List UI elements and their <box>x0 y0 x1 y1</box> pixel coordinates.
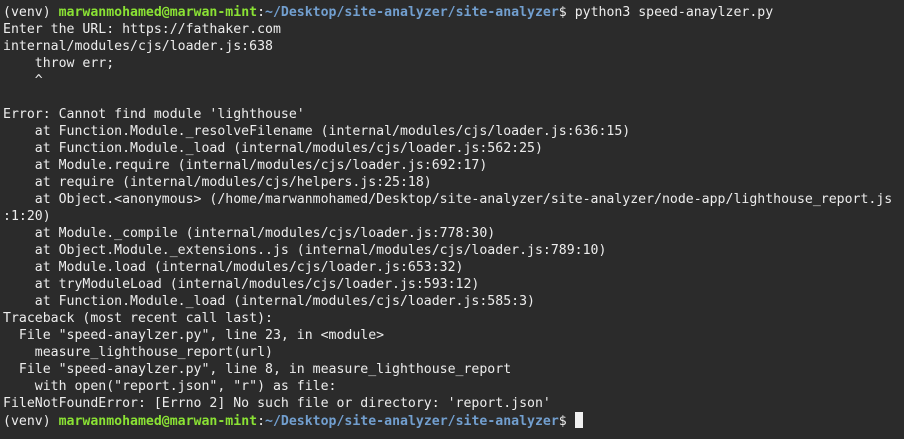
output-line: Traceback (most recent call last): <box>3 311 273 326</box>
output-line: FileNotFoundError: [Errno 2] No such fil… <box>3 396 551 411</box>
output-line: File "speed-anaylzer.py", line 8, in mea… <box>3 362 512 377</box>
prompt-symbol: $ <box>558 5 575 20</box>
output-line: at Module._compile (internal/modules/cjs… <box>3 226 496 241</box>
output-line: at Object.<anonymous> (/home/marwanmoham… <box>3 192 893 207</box>
command-text: python3 speed-anaylzer.py <box>574 5 774 20</box>
output-line: at Function.Module._load (internal/modul… <box>3 294 535 309</box>
user-host: marwanmohamed@marwan-mint <box>58 5 258 20</box>
venv-indicator: (venv) <box>3 5 59 20</box>
output-line: at Function.Module._resolveFilename (int… <box>3 124 631 139</box>
output-line: internal/modules/cjs/loader.js:638 <box>3 39 273 54</box>
output-line: at Object.Module._extensions..js (intern… <box>3 243 607 258</box>
output-line: measure_lighthouse_report(url) <box>3 345 273 360</box>
output-line: File "speed-anaylzer.py", line 23, in <m… <box>3 328 385 343</box>
terminal-window[interactable]: (venv) marwanmohamed@marwan-mint:~/Deskt… <box>0 0 904 439</box>
output-line: at tryModuleLoad (internal/modules/cjs/l… <box>3 277 480 292</box>
output-line: ^ <box>3 73 43 88</box>
venv-indicator: (venv) <box>3 414 59 429</box>
output-line: at Module.load (internal/modules/cjs/loa… <box>3 260 464 275</box>
output-line: Error: Cannot find module 'lighthouse' <box>3 107 305 122</box>
prompt-separator: : <box>257 5 266 20</box>
prompt-symbol: $ <box>558 414 575 429</box>
user-host: marwanmohamed@marwan-mint <box>58 414 258 429</box>
working-directory: ~/Desktop/site-analyzer/site-analyzer <box>265 5 559 20</box>
text-cursor[interactable] <box>574 412 583 428</box>
output-line: throw err; <box>3 56 115 71</box>
working-directory: ~/Desktop/site-analyzer/site-analyzer <box>265 414 559 429</box>
command-prompt-line: (venv) marwanmohamed@marwan-mint:~/Deskt… <box>3 4 904 21</box>
output-line: at Function.Module._load (internal/modul… <box>3 141 543 156</box>
output-line: :1:20) <box>3 209 51 224</box>
output-line: at require (internal/modules/cjs/helpers… <box>3 175 432 190</box>
output-line: with open("report.json", "r") as file: <box>3 379 337 394</box>
prompt-separator: : <box>257 414 266 429</box>
output-line: at Module.require (internal/modules/cjs/… <box>3 158 488 173</box>
output-line: Enter the URL: https://fathaker.com <box>3 22 281 37</box>
active-prompt-line[interactable]: (venv) marwanmohamed@marwan-mint:~/Deskt… <box>3 412 904 429</box>
